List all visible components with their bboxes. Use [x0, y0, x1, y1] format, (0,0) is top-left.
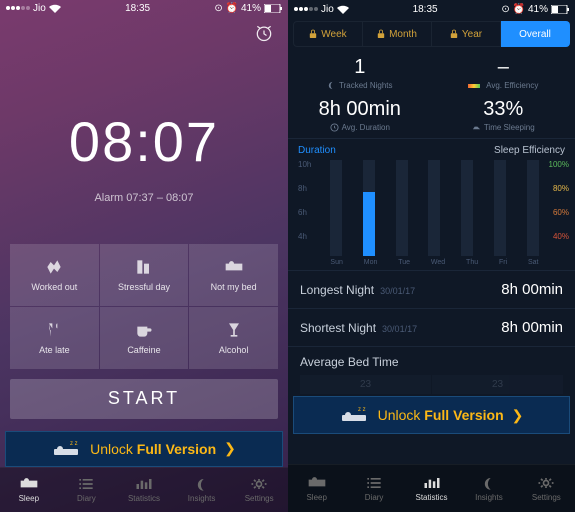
- seg-overall[interactable]: Overall: [501, 21, 570, 47]
- tab-insights[interactable]: Insights: [173, 468, 231, 512]
- metric-duration: 8h 00min Avg. Duration: [288, 98, 432, 132]
- bar-mon: [363, 160, 375, 256]
- seg-year[interactable]: Year: [432, 21, 501, 47]
- signal-dots: [6, 6, 30, 10]
- bar-tue: [396, 160, 408, 256]
- tag-alcohol[interactable]: Alcohol: [189, 307, 278, 369]
- carrier: Jio: [33, 3, 46, 14]
- screen-statistics: Jio 18:35 ⊙ ⏰ 41% Week Month Year Overal…: [288, 0, 575, 512]
- lock-icon: [450, 29, 458, 39]
- tab-statistics[interactable]: Statistics: [115, 468, 173, 512]
- battery-pct: 41%: [528, 4, 548, 15]
- lock-icon: [309, 29, 317, 39]
- metric-efficiency: – Avg. Efficiency: [432, 56, 575, 90]
- metrics-row-2: 8h 00min Avg. Duration 33% Time Sleeping: [288, 92, 575, 134]
- tag-ate-late[interactable]: Ate late: [10, 307, 99, 369]
- tag-worked-out[interactable]: Worked out: [10, 244, 99, 306]
- tab-settings[interactable]: Settings: [518, 465, 575, 512]
- carrier: Jio: [321, 4, 334, 15]
- avg-bed-time-slots: 23 23: [288, 369, 575, 394]
- tab-sleep[interactable]: Sleep: [288, 465, 345, 512]
- chevron-right-icon: ❯: [224, 440, 236, 457]
- top-bar: [0, 17, 288, 49]
- alarm-icon[interactable]: [254, 23, 274, 43]
- clock: 18:35: [413, 4, 438, 15]
- metric-time-sleeping: 33% Time Sleeping: [432, 98, 575, 132]
- lock-icon: [377, 29, 385, 39]
- metric-tracked: 1 Tracked Nights: [288, 56, 432, 90]
- tag-grid: Worked out Stressful day Not my bed Ate …: [10, 244, 278, 369]
- tag-stressful-day[interactable]: Stressful day: [100, 244, 189, 306]
- seg-month[interactable]: Month: [363, 21, 432, 47]
- alarm-status-icon: ⊙ ⏰: [501, 4, 525, 15]
- current-time: 08:07: [0, 109, 288, 174]
- bar-wed: [428, 160, 440, 256]
- seg-week[interactable]: Week: [293, 21, 363, 47]
- tab-sleep[interactable]: Sleep: [0, 468, 58, 512]
- signal-dots: [294, 7, 318, 11]
- screen-sleep: Jio 18:35 ⊙ ⏰ 41% 08:07 Alarm 07:37 – 08…: [0, 0, 288, 512]
- unlock-banner[interactable]: z z Unlock Full Version ❯: [293, 396, 570, 434]
- bar-thu: [461, 160, 473, 256]
- alarm-range: Alarm 07:37 – 08:07: [0, 192, 288, 204]
- chart-section: Duration Sleep Efficiency 10h 8h 6h 4h 1…: [288, 138, 575, 271]
- bar-sat: [527, 160, 539, 256]
- status-bar: Jio 18:35 ⊙ ⏰ 41%: [288, 0, 575, 18]
- tab-bar: Sleep Diary Statistics Insights Settings: [288, 464, 575, 512]
- battery-icon: [551, 5, 569, 14]
- svg-text:z z: z z: [358, 407, 366, 413]
- alarm-status-icon: ⊙ ⏰: [214, 3, 238, 14]
- tab-bar: Sleep Diary Statistics Insights Settings: [0, 467, 288, 512]
- bed-icon: z z: [340, 405, 370, 425]
- bed-icon: z z: [52, 439, 82, 459]
- moon-icon: [327, 81, 336, 90]
- tab-insights[interactable]: Insights: [460, 465, 517, 512]
- battery-icon: [264, 4, 282, 13]
- unlock-banner[interactable]: z z Unlock Full Version ❯: [5, 431, 283, 467]
- segmented-control: Week Month Year Overall: [288, 18, 575, 50]
- chart-title-left: Duration: [298, 145, 336, 156]
- chart-title-right: Sleep Efficiency: [494, 145, 565, 156]
- longest-night-row: Longest Night30/01/17 8h 00min: [288, 271, 575, 309]
- battery-pct: 41%: [241, 3, 261, 14]
- sleep-icon: [472, 123, 481, 132]
- tab-statistics[interactable]: Statistics: [403, 465, 460, 512]
- bar-fri: [494, 160, 506, 256]
- tag-caffeine[interactable]: Caffeine: [100, 307, 189, 369]
- efficiency-bar-icon: [468, 84, 480, 88]
- avg-bed-time-label: Average Bed Time: [288, 347, 575, 369]
- svg-text:z z: z z: [70, 441, 78, 447]
- duration-chart: 10h 8h 6h 4h 100% 80% 60% 40%: [298, 160, 565, 256]
- tab-settings[interactable]: Settings: [230, 468, 288, 512]
- wifi-icon: [49, 4, 61, 13]
- tab-diary[interactable]: Diary: [58, 468, 116, 512]
- status-bar: Jio 18:35 ⊙ ⏰ 41%: [0, 0, 288, 17]
- tag-not-my-bed[interactable]: Not my bed: [189, 244, 278, 306]
- start-button[interactable]: START: [10, 379, 278, 419]
- shortest-night-row: Shortest Night30/01/17 8h 00min: [288, 309, 575, 347]
- bar-sun: [330, 160, 342, 256]
- clock-icon: [330, 123, 339, 132]
- clock: 18:35: [125, 3, 150, 14]
- metrics-row-1: 1 Tracked Nights – Avg. Efficiency: [288, 50, 575, 92]
- tab-diary[interactable]: Diary: [345, 465, 402, 512]
- wifi-icon: [337, 5, 349, 14]
- chevron-right-icon: ❯: [512, 407, 524, 424]
